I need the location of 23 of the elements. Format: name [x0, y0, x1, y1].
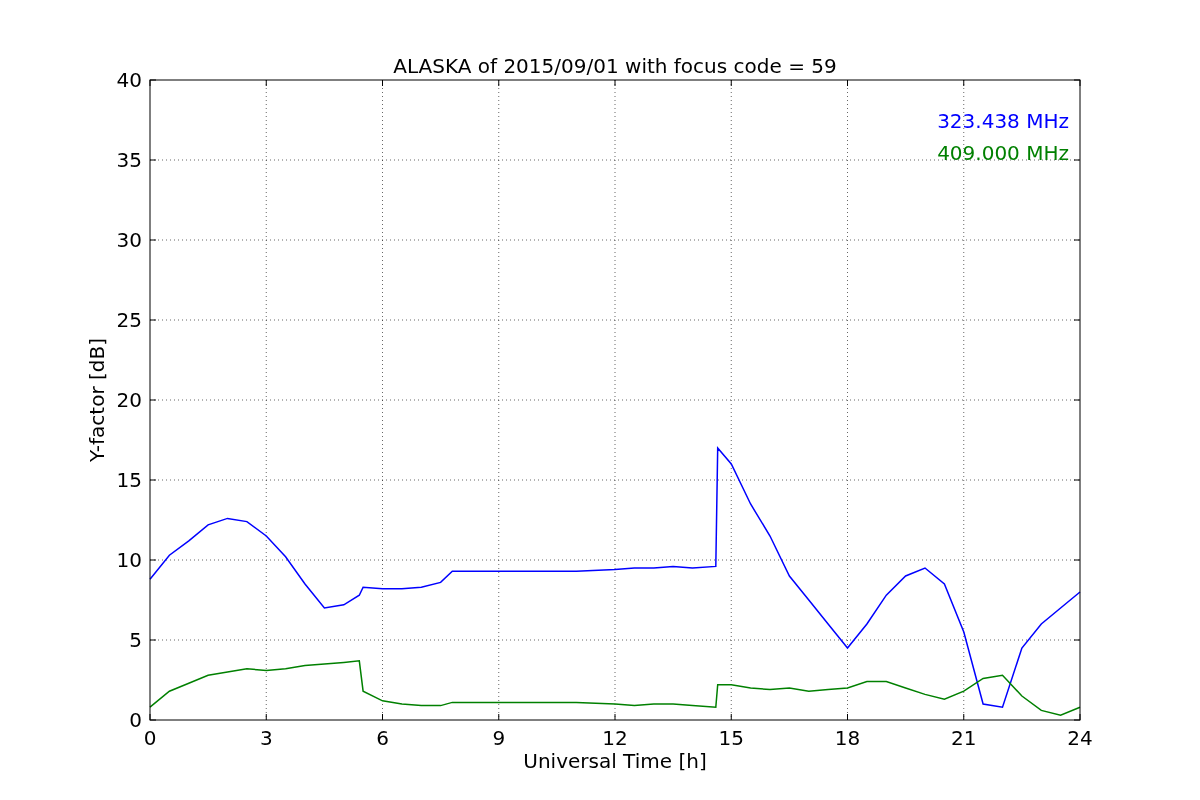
x-tick-label: 18 [834, 726, 861, 750]
legend-label: 323.438 MHz [937, 109, 1069, 133]
y-tick-label: 0 [129, 708, 142, 732]
y-tick-label: 40 [116, 68, 142, 92]
x-tick-label: 24 [1067, 726, 1093, 750]
y-tick-label: 5 [129, 628, 142, 652]
x-tick-label: 0 [143, 726, 157, 750]
x-tick-label: 12 [602, 726, 628, 750]
x-tick-label: 15 [718, 726, 744, 750]
y-tick-label: 20 [116, 388, 142, 412]
chart-title: ALASKA of 2015/09/01 with focus code = 59 [393, 54, 837, 78]
y-axis-label: Y-factor [dB] [85, 338, 109, 462]
x-tick-label: 21 [951, 726, 977, 750]
y-tick-label: 10 [116, 548, 142, 572]
legend-label: 409.000 MHz [937, 141, 1069, 165]
x-tick-label: 9 [492, 726, 506, 750]
x-tick-label: 6 [376, 726, 389, 750]
y-tick-label: 35 [116, 148, 142, 172]
x-tick-label: 3 [259, 726, 273, 750]
y-tick-label: 25 [116, 308, 142, 332]
y-tick-label: 15 [116, 468, 142, 492]
y-tick-label: 30 [116, 228, 142, 252]
x-axis-label: Universal Time [h] [523, 749, 707, 773]
